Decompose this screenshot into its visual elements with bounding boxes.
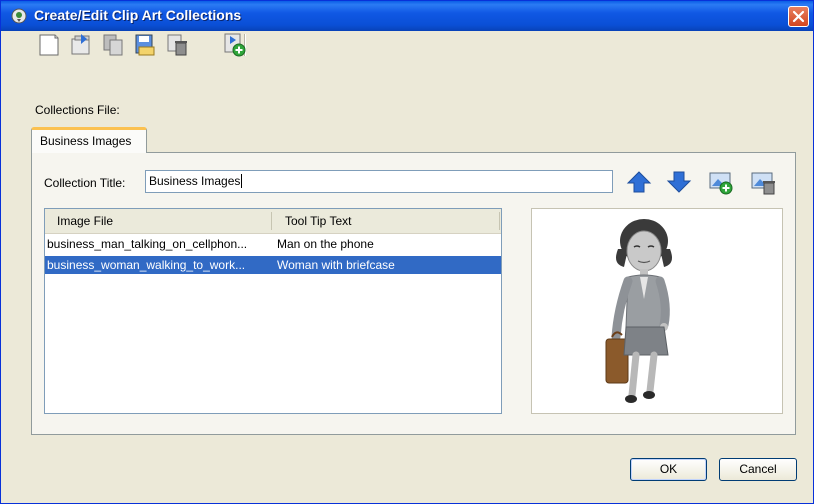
column-header-tool-tip-text[interactable]: Tool Tip Text <box>285 214 351 228</box>
collection-title-value: Business Images <box>149 174 241 188</box>
column-divider[interactable] <box>499 212 500 230</box>
image-table: Image File Tool Tip Text business_man_ta… <box>44 208 502 414</box>
remove-image-button[interactable] <box>749 168 777 196</box>
new-collection-icon <box>39 34 59 56</box>
cancel-button[interactable]: Cancel <box>719 458 797 481</box>
open-collection-button[interactable] <box>67 31 95 59</box>
collection-title-label: Collection Title: <box>44 176 126 190</box>
clip-art-app-icon <box>11 8 27 24</box>
save-collection-button[interactable] <box>131 31 159 59</box>
window-title: Create/Edit Clip Art Collections <box>34 7 242 23</box>
add-image-button[interactable] <box>707 168 735 196</box>
copy-collection-button[interactable] <box>99 31 127 59</box>
close-button[interactable] <box>788 6 809 27</box>
move-down-button[interactable] <box>665 168 693 196</box>
delete-collection-button[interactable] <box>163 31 191 59</box>
tooltip-cell: Man on the phone <box>277 237 374 251</box>
copy-collection-icon <box>103 34 123 56</box>
add-collection-icon <box>224 33 246 57</box>
delete-collection-icon <box>167 34 187 56</box>
businesswoman-walking-with-briefcase <box>605 219 672 403</box>
add-collection-button[interactable] <box>221 31 249 59</box>
add-image-icon <box>709 172 733 195</box>
collection-title-input[interactable]: Business Images <box>145 170 613 193</box>
open-collection-icon <box>71 34 90 55</box>
close-icon <box>792 10 805 23</box>
move-down-icon <box>666 171 692 193</box>
tooltip-cell: Woman with briefcase <box>277 258 395 272</box>
move-up-button[interactable] <box>625 168 653 196</box>
title-bar[interactable]: Create/Edit Clip Art Collections <box>1 1 813 31</box>
save-collection-icon <box>135 34 155 56</box>
ok-button[interactable]: OK <box>630 458 707 481</box>
image-file-cell: business_woman_walking_to_work... <box>47 258 246 272</box>
image-file-cell: business_man_talking_on_cellphon... <box>47 237 248 251</box>
column-header-image-file[interactable]: Image File <box>57 214 113 228</box>
image-preview <box>531 208 783 414</box>
move-up-icon <box>626 171 652 193</box>
new-collection-button[interactable] <box>35 31 63 59</box>
collections-file-label: Collections File: <box>35 103 120 117</box>
tab-business-images[interactable]: Business Images <box>31 127 147 153</box>
remove-image-icon <box>751 172 775 195</box>
tab-label: Business Images <box>40 134 132 148</box>
dialog-window: Create/Edit Clip Art Collections Collect… <box>0 0 814 504</box>
table-row-selected[interactable]: business_woman_walking_to_work... Woman … <box>45 256 501 274</box>
column-divider[interactable] <box>271 212 272 230</box>
table-row[interactable]: business_man_talking_on_cellphon... Man … <box>45 235 501 253</box>
table-header: Image File Tool Tip Text <box>45 209 501 234</box>
